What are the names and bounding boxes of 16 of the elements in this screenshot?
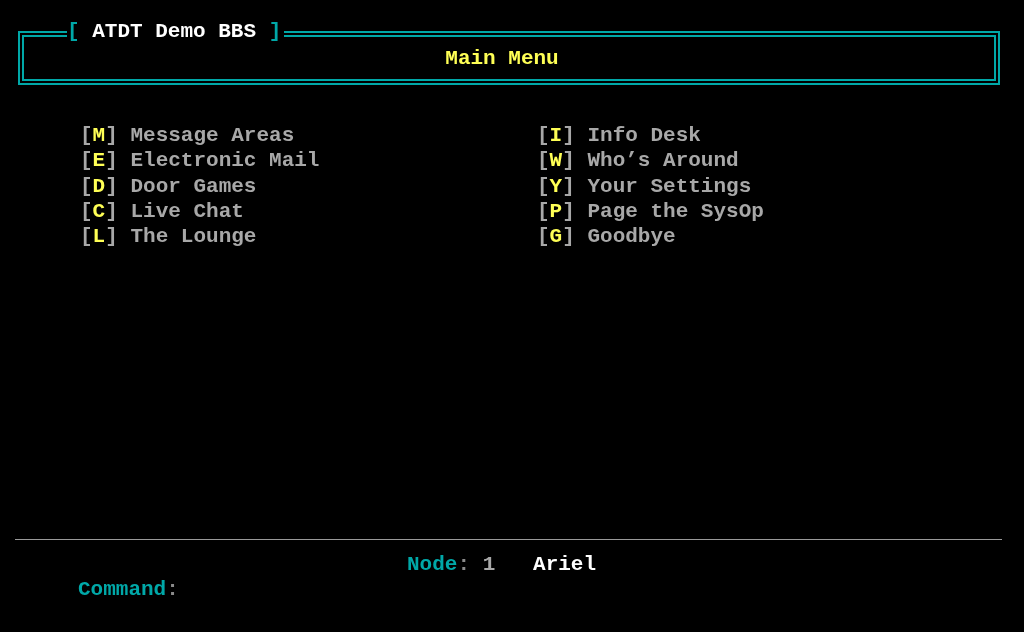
node-label: Node: bbox=[407, 552, 471, 577]
menu-option[interactable]: [L] The Lounge bbox=[80, 224, 257, 250]
node-number: 1 bbox=[482, 552, 496, 577]
menu-option[interactable]: [I] Info Desk bbox=[537, 123, 701, 149]
menu-option[interactable]: [G] Goodbye bbox=[537, 224, 676, 250]
bbs-title: [ ATDT Demo BBS ] bbox=[67, 19, 285, 44]
user-name: Ariel bbox=[533, 552, 597, 577]
menu-option[interactable]: [M] Message Areas bbox=[80, 123, 295, 149]
menu-option[interactable]: [W] Who’s Around bbox=[537, 148, 739, 174]
menu-option[interactable]: [Y] Your Settings bbox=[537, 173, 752, 199]
menu-title: Main Menu bbox=[445, 45, 559, 71]
command-prompt: Command: bbox=[78, 577, 179, 602]
menu-option[interactable]: [P] Page the SysOp bbox=[537, 198, 764, 225]
menu-option[interactable]: [D] Door Games bbox=[80, 173, 257, 199]
menu-option[interactable]: [E] Electronic Mail bbox=[80, 148, 320, 174]
menu-option[interactable]: [C] Live Chat bbox=[80, 198, 244, 225]
